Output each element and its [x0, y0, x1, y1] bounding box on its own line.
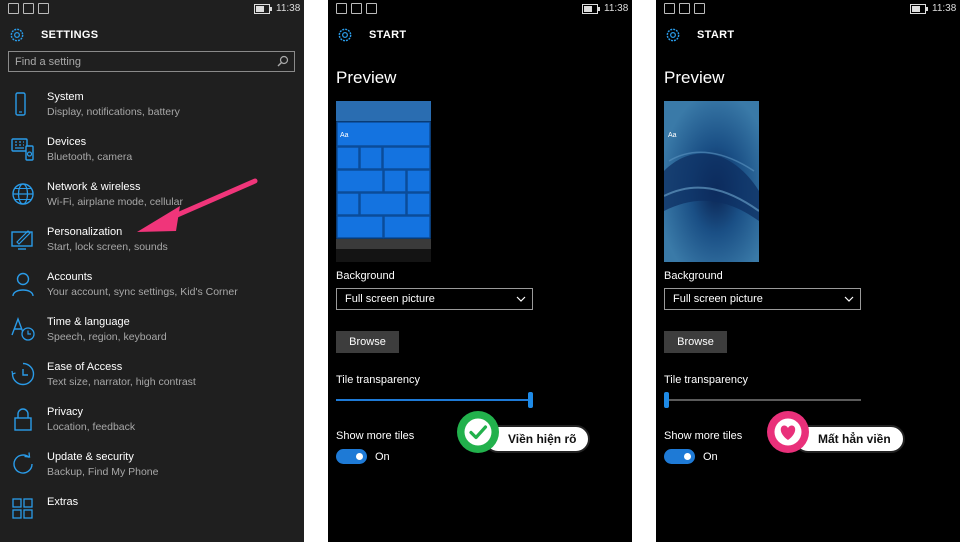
preview-label: Preview [664, 68, 725, 87]
menu-item-system[interactable]: System Display, notifications, battery [0, 91, 304, 136]
background-label: Background [336, 270, 395, 282]
show-more-tiles-label: Show more tiles [664, 430, 743, 442]
show-more-tiles-toggle[interactable] [336, 449, 367, 464]
status-bar: 11:38 [656, 0, 960, 18]
tile-transparency-slider[interactable] [336, 391, 533, 409]
gear-icon [666, 28, 680, 42]
tile-transparency-slider[interactable] [664, 391, 861, 409]
menu-item-title: Personalization [47, 226, 123, 238]
preview-label: Preview [336, 68, 397, 87]
tile-transparency-label: Tile transparency [664, 374, 748, 386]
toggle-state: On [375, 451, 390, 463]
battery-icon [254, 4, 272, 14]
devices-icon [11, 138, 34, 161]
thumb-text: Aa [668, 132, 677, 139]
background-label: Background [664, 270, 723, 282]
search-box[interactable] [8, 51, 295, 72]
battery-icon [910, 4, 928, 14]
menu-item-subtitle: Location, feedback [47, 421, 136, 433]
menu-item-subtitle: Wi-Fi, airplane mode, cellular [47, 196, 183, 208]
menu-item-ease-of-access[interactable]: Ease of Access Text size, narrator, high… [0, 361, 304, 406]
start-preview-thumbnail [664, 101, 759, 262]
system-icon [15, 92, 26, 116]
settings-header: SETTINGS [8, 24, 98, 46]
search-icon[interactable] [277, 55, 289, 67]
battery-icon [582, 4, 600, 14]
annotation-text: Mất hẳn viền [794, 425, 905, 453]
menu-item-subtitle: Backup, Find My Phone [47, 466, 159, 478]
gear-icon [10, 28, 24, 42]
status-bar: 11:38 [328, 0, 632, 18]
menu-item-subtitle: Text size, narrator, high contrast [47, 376, 196, 388]
menu-item-subtitle: Your account, sync settings, Kid's Corne… [47, 286, 238, 298]
time-language-icon [11, 317, 35, 341]
check-icon [457, 411, 499, 453]
globe-icon [12, 183, 34, 205]
menu-item-accounts[interactable]: Accounts Your account, sync settings, Ki… [0, 271, 304, 316]
show-more-tiles-toggle[interactable] [664, 449, 695, 464]
menu-item-title: Privacy [47, 406, 84, 418]
background-dropdown[interactable]: Full screen picture [664, 288, 861, 310]
start-preview-thumbnail [336, 101, 431, 262]
heart-icon [767, 411, 809, 453]
menu-item-title: Ease of Access [47, 361, 123, 373]
page-title: SETTINGS [41, 29, 99, 41]
menu-item-title: System [47, 91, 84, 103]
menu-item-subtitle: Start, lock screen, sounds [47, 241, 168, 253]
show-more-tiles-label: Show more tiles [336, 430, 415, 442]
background-value: Full screen picture [345, 293, 435, 305]
extras-icon [12, 498, 33, 519]
annotation-text: Viền hiện rõ [484, 425, 591, 453]
gear-icon [338, 28, 352, 42]
menu-item-personalization[interactable]: Personalization Start, lock screen, soun… [0, 226, 304, 271]
status-bar: 11:38 [0, 0, 304, 18]
menu-item-title: Time & language [47, 316, 130, 328]
menu-item-subtitle: Speech, region, keyboard [47, 331, 167, 343]
start-header: START [336, 24, 406, 46]
browse-button[interactable]: Browse [664, 331, 727, 353]
menu-item-time-language[interactable]: Time & language Speech, region, keyboard [0, 316, 304, 361]
search-input[interactable] [15, 54, 265, 69]
notification-icons [664, 3, 705, 14]
menu-item-title: Devices [47, 136, 87, 148]
menu-item-title: Update & security [47, 451, 134, 463]
lock-icon [14, 408, 32, 431]
notification-icons [8, 3, 49, 14]
chevron-down-icon [516, 296, 526, 302]
personalization-icon [11, 230, 33, 250]
tile-transparency-label: Tile transparency [336, 374, 420, 386]
menu-item-title: Network & wireless [47, 181, 141, 193]
status-time: 11:38 [604, 3, 629, 14]
browse-button[interactable]: Browse [336, 331, 399, 353]
menu-item-extras[interactable]: Extras [0, 496, 304, 541]
menu-item-title: Accounts [47, 271, 93, 283]
start-panel-transparent: 11:38 START Preview Aa Background Full s… [656, 0, 960, 542]
status-time: 11:38 [932, 3, 957, 14]
person-icon [12, 272, 34, 297]
menu-item-subtitle: Display, notifications, battery [47, 106, 180, 118]
chevron-down-icon [844, 296, 854, 302]
toggle-state: On [703, 451, 718, 463]
menu-item-devices[interactable]: Devices Bluetooth, camera [0, 136, 304, 181]
menu-item-title: Extras [47, 496, 79, 508]
status-time: 11:38 [276, 3, 301, 14]
start-header: START [664, 24, 734, 46]
start-panel-opaque: 11:38 START Preview Aa Background Full s… [328, 0, 632, 542]
thumb-text: Aa [340, 132, 349, 139]
background-value: Full screen picture [673, 293, 763, 305]
menu-item-privacy[interactable]: Privacy Location, feedback [0, 406, 304, 451]
notification-icons [336, 3, 377, 14]
menu-item-network[interactable]: Network & wireless Wi-Fi, airplane mode,… [0, 181, 304, 226]
page-title: START [697, 29, 735, 41]
settings-panel: 11:38 SETTINGS System Display, notificat… [0, 0, 304, 542]
update-icon [13, 452, 33, 474]
background-dropdown[interactable]: Full screen picture [336, 288, 533, 310]
page-title: START [369, 29, 407, 41]
ease-of-access-icon [11, 362, 35, 386]
menu-item-update-security[interactable]: Update & security Backup, Find My Phone [0, 451, 304, 496]
menu-item-subtitle: Bluetooth, camera [47, 151, 133, 163]
